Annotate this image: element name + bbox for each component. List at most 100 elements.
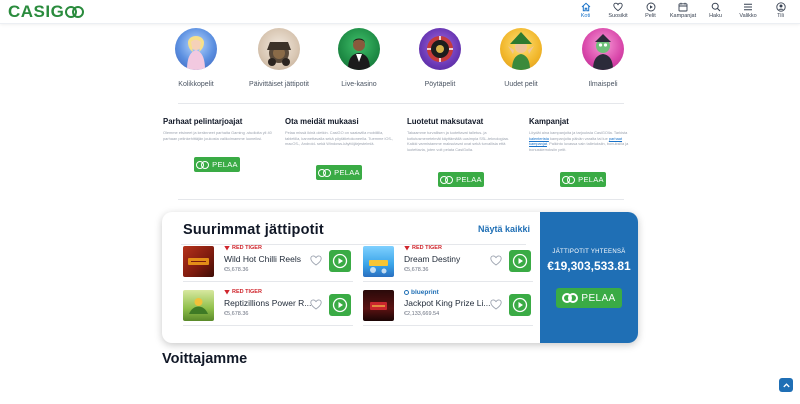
provider-red-tiger: RED TIGER bbox=[224, 245, 262, 251]
logo-text-g: G bbox=[50, 2, 65, 21]
section-divider bbox=[178, 103, 624, 104]
live-casino-category-image bbox=[338, 28, 380, 70]
show-all-link[interactable]: Näytä kaikki bbox=[478, 224, 530, 234]
play-button-providers[interactable]: PELAA bbox=[194, 157, 240, 172]
top-bar: CASI G Koti Suosikit Pelit Kampanjat Haku… bbox=[0, 0, 800, 24]
category-table-games[interactable]: Pöytäpelit bbox=[410, 28, 470, 88]
favorite-heart-icon[interactable] bbox=[310, 299, 322, 310]
info-text: Takaamme turvallisen ja luotettavat tall… bbox=[407, 130, 509, 152]
provider-blueprint: blueprint bbox=[404, 289, 439, 296]
row-separator bbox=[183, 281, 353, 282]
info-block-promotions: Kampanjat Löydät aina kampanjoita ja tar… bbox=[529, 117, 639, 152]
jackpot-game-row[interactable]: RED TIGER Dream Destiny €5,678.36 bbox=[363, 245, 533, 282]
info-title: Kampanjat bbox=[529, 117, 569, 126]
info-text: Pelaa missä ikinä oletkin. CasiGO on saa… bbox=[285, 130, 394, 147]
nav-item-search[interactable]: Haku bbox=[700, 0, 731, 24]
category-label: Päivittäiset jättipotit bbox=[249, 81, 309, 88]
red-tiger-icon bbox=[224, 289, 230, 295]
play-circle-icon bbox=[332, 253, 348, 269]
logo-rings-icon bbox=[196, 160, 210, 169]
logo-rings-icon bbox=[65, 5, 85, 19]
category-free-play[interactable]: Ilmaispeli bbox=[573, 28, 633, 88]
nav-item-favorites[interactable]: Suosikit bbox=[601, 0, 635, 24]
play-game-button[interactable] bbox=[329, 250, 351, 272]
play-game-button[interactable] bbox=[329, 294, 351, 316]
game-name: Reptizillions Power R... bbox=[224, 298, 312, 308]
category-label: Uudet pelit bbox=[504, 81, 538, 88]
play-button-mobile[interactable]: PELAA bbox=[316, 165, 362, 180]
row-separator bbox=[363, 281, 533, 282]
jackpot-total-label: JÄTTIPOTIT YHTEENSÄ bbox=[552, 249, 626, 255]
row-separator bbox=[183, 325, 353, 326]
new-games-category-image bbox=[500, 28, 542, 70]
play-button-payments[interactable]: PELAA bbox=[438, 172, 484, 187]
favorite-heart-icon[interactable] bbox=[490, 299, 502, 310]
game-jackpot-amount: €5,678.36 bbox=[224, 267, 249, 273]
account-icon bbox=[775, 2, 786, 12]
info-title: Parhaat pelintarjoajat bbox=[163, 117, 243, 126]
nav-item-account[interactable]: Tili bbox=[765, 0, 796, 24]
nav-item-games[interactable]: Pelit bbox=[635, 0, 666, 24]
play-button-promotions[interactable]: PELAA bbox=[560, 172, 606, 187]
info-block-payments: Luotetut maksutavat Takaamme turvallisen… bbox=[407, 117, 517, 152]
scroll-to-top-button[interactable] bbox=[779, 378, 793, 392]
info-block-mobile: Ota meidät mukaasi Pelaa missä ikinä ole… bbox=[285, 117, 395, 147]
nav-label-account: Tili bbox=[777, 13, 784, 19]
calendar-link[interactable]: kalenterista bbox=[529, 136, 549, 141]
info-text-part: kampanjoita päivän varalta tai lue bbox=[548, 135, 609, 141]
play-circle-icon bbox=[646, 2, 655, 12]
info-text: Löydät aina kampanjoita ja tarjouksia Ca… bbox=[529, 130, 639, 152]
play-game-button[interactable] bbox=[509, 250, 531, 272]
play-button-label: PELAA bbox=[212, 160, 238, 169]
play-circle-icon bbox=[512, 253, 528, 269]
info-block-providers: Parhaat pelintarjoajat Olemme etsineet j… bbox=[163, 117, 273, 141]
category-label: Ilmaispeli bbox=[588, 81, 618, 88]
game-name: Jackpot King Prize Li... bbox=[404, 298, 491, 308]
category-live-casino[interactable]: Live-kasino bbox=[329, 28, 389, 88]
category-slots[interactable]: Kolikkopelit bbox=[166, 28, 226, 88]
red-tiger-icon bbox=[404, 245, 410, 251]
nav-item-promotions[interactable]: Kampanjat bbox=[666, 0, 700, 24]
play-button-label: PELAA bbox=[581, 292, 616, 304]
provider-name: blueprint bbox=[411, 289, 439, 296]
casigo-logo[interactable]: CASI G bbox=[8, 2, 85, 22]
free-play-category-image bbox=[582, 28, 624, 70]
nav-label-promotions: Kampanjat bbox=[669, 13, 697, 19]
favorite-heart-icon[interactable] bbox=[490, 255, 502, 266]
search-icon bbox=[711, 2, 720, 12]
calendar-icon bbox=[678, 2, 688, 12]
category-daily-jackpots[interactable]: Päivittäiset jättipotit bbox=[249, 28, 309, 88]
jackpot-game-row[interactable]: RED TIGER Reptizillions Power R... €5,67… bbox=[183, 289, 353, 326]
game-name: Dream Destiny bbox=[404, 254, 461, 264]
category-label: Live-kasino bbox=[341, 81, 377, 88]
jackpot-total-panel: JÄTTIPOTIT YHTEENSÄ €19,303,533.81 PELAA bbox=[540, 212, 638, 343]
jackpot-game-row[interactable]: blueprint Jackpot King Prize Li... €2,13… bbox=[363, 289, 533, 326]
blueprint-icon bbox=[404, 290, 409, 295]
nav-item-home[interactable]: Koti bbox=[570, 0, 601, 24]
game-name: Wild Hot Chilli Reels bbox=[224, 254, 301, 264]
favorite-heart-icon[interactable] bbox=[310, 255, 322, 266]
logo-text-prefix: CASI bbox=[8, 2, 51, 21]
play-game-button[interactable] bbox=[509, 294, 531, 316]
provider-name: RED TIGER bbox=[412, 245, 442, 251]
main-nav: Koti Suosikit Pelit Kampanjat Haku Valik… bbox=[570, 0, 796, 24]
provider-red-tiger: RED TIGER bbox=[404, 245, 442, 251]
daily-jackpots-category-image bbox=[258, 28, 300, 70]
home-icon bbox=[581, 2, 590, 12]
info-title: Ota meidät mukaasi bbox=[285, 117, 359, 126]
jackpot-play-button[interactable]: PELAA bbox=[556, 288, 622, 308]
nav-label-games: Pelit bbox=[645, 13, 656, 19]
logo-rings-icon bbox=[562, 293, 579, 303]
game-jackpot-amount: €5,678.36 bbox=[224, 311, 249, 317]
game-thumbnail bbox=[363, 290, 394, 321]
provider-name: RED TIGER bbox=[232, 245, 262, 251]
nav-label-home: Koti bbox=[580, 13, 591, 19]
category-new-games[interactable]: Uudet pelit bbox=[491, 28, 551, 88]
nav-item-menu[interactable]: Valikko bbox=[731, 0, 765, 24]
provider-red-tiger: RED TIGER bbox=[224, 289, 262, 295]
jackpots-card: Suurimmat jättipotit Näytä kaikki RED TI… bbox=[162, 212, 638, 343]
nav-label-search: Haku bbox=[709, 13, 722, 19]
table-games-category-image bbox=[419, 28, 461, 70]
logo-rings-icon bbox=[562, 175, 576, 184]
jackpot-game-row[interactable]: RED TIGER Wild Hot Chilli Reels €5,678.3… bbox=[183, 245, 353, 282]
